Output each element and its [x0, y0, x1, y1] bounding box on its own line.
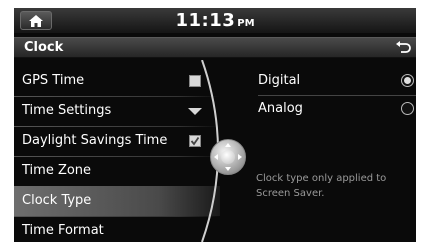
- status-bar: 11:13 PM: [14, 8, 416, 33]
- jog-dial-center: [221, 150, 235, 164]
- jog-dial-control[interactable]: [210, 139, 246, 175]
- menu-item-label: Clock Type: [22, 193, 92, 208]
- back-arrow-icon: [396, 41, 411, 53]
- menu-item-gps-time[interactable]: GPS Time: [14, 66, 220, 96]
- menu-item-label: Time Zone: [22, 163, 92, 178]
- menu-item-label: Time Format: [22, 223, 104, 238]
- menu-item-label: GPS Time: [22, 73, 85, 88]
- menu-item-time-settings[interactable]: Time Settings: [14, 96, 220, 126]
- back-button[interactable]: [392, 39, 414, 57]
- home-icon: [29, 14, 43, 27]
- page-title: Clock: [24, 40, 64, 55]
- status-clock: 11:13 PM: [14, 8, 416, 33]
- menu-item-label: Daylight Savings Time: [22, 133, 168, 148]
- menu-item-clock-type[interactable]: Clock Type: [14, 186, 220, 216]
- option-digital[interactable]: Digital: [258, 68, 416, 94]
- menu-item-time-zone[interactable]: Time Zone: [14, 156, 220, 186]
- menu-item-time-format[interactable]: Time Format: [14, 216, 220, 242]
- clock-ampm: PM: [237, 18, 255, 29]
- clock-time: 11:13: [175, 10, 236, 31]
- menu-item-daylight-savings[interactable]: Daylight Savings Time: [14, 126, 220, 156]
- option-analog[interactable]: Analog: [258, 96, 416, 122]
- digital-radio[interactable]: [401, 74, 414, 87]
- head-unit-screen: 11:13 PM Clock GPS Time Time Settings Da…: [14, 8, 416, 242]
- option-label: Analog: [258, 101, 303, 116]
- title-bar: Clock: [14, 37, 416, 58]
- clock-type-note: Clock type only applied to Screen Saver.: [256, 173, 387, 199]
- menu-item-label: Time Settings: [22, 103, 112, 118]
- option-label: Digital: [258, 73, 301, 88]
- home-button[interactable]: [20, 11, 52, 30]
- analog-radio[interactable]: [401, 102, 414, 115]
